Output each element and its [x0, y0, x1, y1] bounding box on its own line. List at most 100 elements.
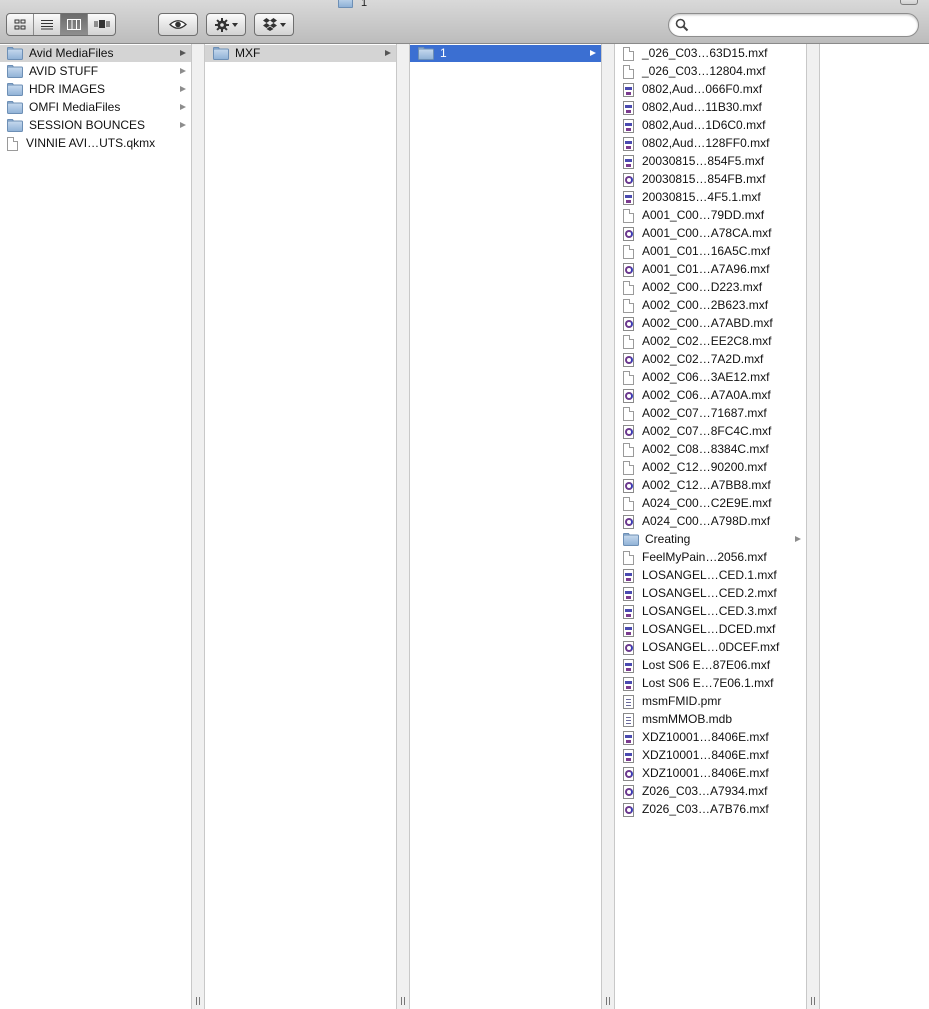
icon-view-button[interactable] [7, 14, 34, 35]
document-icon [623, 496, 634, 511]
column-4-item[interactable]: msmFMID.pmr [615, 693, 806, 710]
column-4-item[interactable]: A002_C02…7A2D.mxf [615, 351, 806, 368]
database-file-icon [623, 712, 634, 727]
column-4-item[interactable]: XDZ10001…8406E.mxf [615, 765, 806, 782]
column-1[interactable]: Avid MediaFiles AVID STUFF HDR IMAGES OMFI … [0, 44, 191, 1009]
column-4-item[interactable]: 20030815…854FB.mxf [615, 171, 806, 188]
column-4-resize-handle[interactable] [806, 44, 820, 1009]
item-label: A024_C00…C2E9E.mxf [642, 496, 772, 510]
cover-flow-view-button[interactable] [88, 14, 115, 35]
column-4-item[interactable]: LOSANGEL…CED.2.mxf [615, 585, 806, 602]
column-4-item[interactable]: A001_C01…16A5C.mxf [615, 243, 806, 260]
column-4-item[interactable]: Lost S06 E…7E06.1.mxf [615, 675, 806, 692]
column-view-button[interactable] [61, 14, 88, 35]
column-4-item[interactable]: 0802,Aud…066F0.mxf [615, 81, 806, 98]
column-4-item[interactable]: Creating [615, 531, 806, 548]
column-4-item[interactable]: LOSANGEL…DCED.mxf [615, 621, 806, 638]
column-4-item[interactable]: A002_C07…8FC4C.mxf [615, 423, 806, 440]
column-4-item[interactable]: 20030815…854F5.mxf [615, 153, 806, 170]
column-1-item[interactable]: AVID STUFF [0, 63, 191, 80]
column-1-item[interactable]: HDR IMAGES [0, 81, 191, 98]
column-4-item[interactable]: A002_C12…A7BB8.mxf [615, 477, 806, 494]
column-4-item[interactable]: 0802,Aud…1D6C0.mxf [615, 117, 806, 134]
quick-look-button[interactable] [158, 13, 198, 36]
item-label: A001_C00…A78CA.mxf [642, 226, 772, 240]
column-2[interactable]: MXF [205, 44, 396, 1009]
column-4-item[interactable]: Z026_C03…A7B76.mxf [615, 801, 806, 818]
column-3-resize-handle[interactable] [601, 44, 615, 1009]
item-label: 0802,Aud…066F0.mxf [642, 82, 763, 96]
column-1-item[interactable]: SESSION BOUNCES [0, 117, 191, 134]
column-4-item[interactable]: LOSANGEL…CED.3.mxf [615, 603, 806, 620]
column-4[interactable]: _026_C03…63D15.mxf _026_C03…12804.mxf 0802… [615, 44, 806, 1009]
column-1-item[interactable]: VINNIE AVI…UTS.qkmx [0, 135, 191, 152]
column-3-item[interactable]: 1 [410, 45, 601, 62]
folder-icon [7, 47, 23, 60]
toolbar-toggle-button[interactable] [900, 0, 918, 5]
column-4-item[interactable]: A002_C02…EE2C8.mxf [615, 333, 806, 350]
item-label: LOSANGEL…DCED.mxf [642, 622, 776, 636]
column-4-item[interactable]: FeelMyPain…2056.mxf [615, 549, 806, 566]
document-icon [623, 298, 634, 313]
column-4-item[interactable]: A002_C12…90200.mxf [615, 459, 806, 476]
column-4-item[interactable]: A024_C00…C2E9E.mxf [615, 495, 806, 512]
column-4-item[interactable]: A001_C00…A78CA.mxf [615, 225, 806, 242]
window-title-text: 1 [361, 0, 368, 9]
search-field[interactable] [668, 13, 919, 37]
column-5[interactable] [820, 44, 929, 1009]
disclosure-arrow-icon [795, 536, 801, 542]
column-4-item[interactable]: 0802,Aud…128FF0.mxf [615, 135, 806, 152]
column-4-item[interactable]: 0802,Aud…11B30.mxf [615, 99, 806, 116]
item-label: 1 [440, 46, 447, 60]
list-view-button[interactable] [34, 14, 61, 35]
column-1-resize-handle[interactable] [191, 44, 205, 1009]
column-2-resize-handle[interactable] [396, 44, 410, 1009]
column-4-item[interactable]: XDZ10001…8406E.mxf [615, 729, 806, 746]
mxf-file-icon [623, 100, 634, 115]
column-4-item[interactable]: A002_C07…71687.mxf [615, 405, 806, 422]
column-4-item[interactable]: A002_C00…D223.mxf [615, 279, 806, 296]
item-label: 0802,Aud…1D6C0.mxf [642, 118, 766, 132]
avid-media-icon [623, 172, 634, 187]
column-4-item[interactable]: LOSANGEL…0DCEF.mxf [615, 639, 806, 656]
column-4-item[interactable]: A002_C08…8384C.mxf [615, 441, 806, 458]
avid-media-icon [623, 766, 634, 781]
document-icon [623, 550, 634, 565]
finder-toolbar: 1 [0, 0, 929, 44]
column-2-item[interactable]: MXF [205, 45, 396, 62]
item-label: A002_C06…A7A0A.mxf [642, 388, 771, 402]
column-4-item[interactable]: msmMMOB.mdb [615, 711, 806, 728]
item-label: Z026_C03…A7B76.mxf [642, 802, 769, 816]
dropbox-menu-button[interactable] [254, 13, 294, 36]
column-4-item[interactable]: Lost S06 E…87E06.mxf [615, 657, 806, 674]
item-label: A002_C12…90200.mxf [642, 460, 767, 474]
column-4-item[interactable]: A001_C00…79DD.mxf [615, 207, 806, 224]
action-menu-button[interactable] [206, 13, 246, 36]
gear-icon [214, 17, 229, 32]
avid-media-icon [623, 514, 634, 529]
item-label: Lost S06 E…7E06.1.mxf [642, 676, 774, 690]
column-4-item[interactable]: LOSANGEL…CED.1.mxf [615, 567, 806, 584]
column-view-icon [67, 19, 81, 30]
column-4-item[interactable]: A002_C00…2B623.mxf [615, 297, 806, 314]
column-3[interactable]: 1 [410, 44, 601, 1009]
mxf-file-icon [623, 568, 634, 583]
search-input[interactable] [693, 17, 908, 33]
column-4-item[interactable]: A001_C01…A7A96.mxf [615, 261, 806, 278]
document-icon [623, 442, 634, 457]
column-4-item[interactable]: 20030815…4F5.1.mxf [615, 189, 806, 206]
column-1-item[interactable]: OMFI MediaFiles [0, 99, 191, 116]
column-4-item[interactable]: A002_C06…A7A0A.mxf [615, 387, 806, 404]
column-4-item[interactable]: A002_C00…A7ABD.mxf [615, 315, 806, 332]
column-4-item[interactable]: Z026_C03…A7934.mxf [615, 783, 806, 800]
folder-icon [213, 47, 229, 60]
column-4-item[interactable]: _026_C03…12804.mxf [615, 63, 806, 80]
disclosure-arrow-icon [180, 68, 186, 74]
column-4-item[interactable]: _026_C03…63D15.mxf [615, 45, 806, 62]
chevron-down-icon [231, 22, 238, 27]
item-label: LOSANGEL…CED.2.mxf [642, 586, 777, 600]
column-4-item[interactable]: XDZ10001…8406E.mxf [615, 747, 806, 764]
column-4-item[interactable]: A002_C06…3AE12.mxf [615, 369, 806, 386]
column-1-item[interactable]: Avid MediaFiles [0, 45, 191, 62]
column-4-item[interactable]: A024_C00…A798D.mxf [615, 513, 806, 530]
